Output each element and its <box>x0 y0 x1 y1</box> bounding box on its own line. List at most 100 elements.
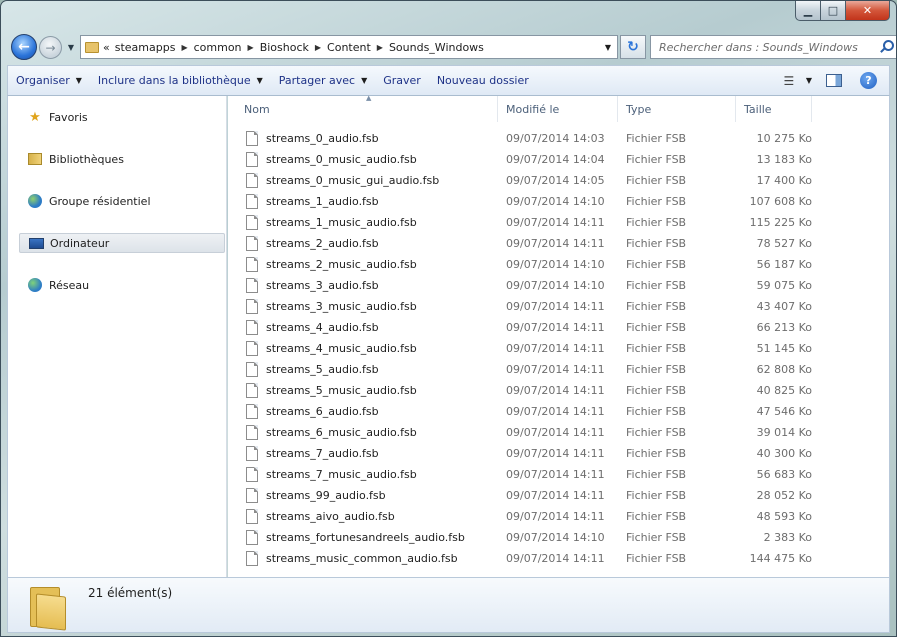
file-name-cell[interactable]: streams_2_music_audio.fsb <box>236 257 498 272</box>
breadcrumb-item[interactable]: common ▶ <box>194 41 260 54</box>
column-header-size[interactable]: Taille <box>736 96 812 122</box>
file-name-cell[interactable]: streams_0_music_gui_audio.fsb <box>236 173 498 188</box>
search-input[interactable] <box>657 39 875 55</box>
close-button[interactable]: ✕ <box>846 1 890 21</box>
sidebar-item-favorites[interactable]: ★ Favoris <box>19 107 225 127</box>
table-row[interactable]: streams_6_music_audio.fsb 09/07/2014 14:1… <box>236 422 812 443</box>
table-row[interactable]: streams_3_music_audio.fsb 09/07/2014 14:1… <box>236 296 812 317</box>
table-row[interactable]: streams_7_audio.fsb 09/07/2014 14:11 Fichi… <box>236 443 812 464</box>
search-icon[interactable] <box>878 39 894 55</box>
table-row[interactable]: streams_6_audio.fsb 09/07/2014 14:11 Fichi… <box>236 401 812 422</box>
file-name-cell[interactable]: streams_1_music_audio.fsb <box>236 215 498 230</box>
breadcrumb-overflow[interactable]: « <box>103 41 110 54</box>
table-row[interactable]: streams_aivo_audio.fsb 09/07/2014 14:11 Fi… <box>236 506 812 527</box>
burn-button[interactable]: Graver <box>375 66 429 95</box>
table-row[interactable]: streams_3_audio.fsb 09/07/2014 14:10 Fichi… <box>236 275 812 296</box>
file-name-cell[interactable]: streams_fortunesandreels_audio.fsb <box>236 530 498 545</box>
file-name-cell[interactable]: streams_5_audio.fsb <box>236 362 498 377</box>
address-bar[interactable]: « steamapps ▶ common ▶ Bioshock ▶ Content ▶ … <box>80 35 618 59</box>
table-row[interactable]: streams_4_music_audio.fsb 09/07/2014 14:1… <box>236 338 812 359</box>
include-library-menu[interactable]: Inclure dans la bibliothèque ▼ <box>90 66 271 95</box>
column-header-label: Taille <box>744 102 772 116</box>
file-modified: 09/07/2014 14:11 <box>506 237 605 250</box>
sidebar-item-network[interactable]: Réseau <box>19 275 225 295</box>
breadcrumb-item[interactable]: Content ▶ <box>327 41 389 54</box>
refresh-button[interactable]: ↻ <box>620 35 646 59</box>
file-icon <box>246 551 258 566</box>
forward-arrow-icon[interactable]: → <box>39 36 62 59</box>
table-row[interactable]: streams_5_audio.fsb 09/07/2014 14:11 Fichi… <box>236 359 812 380</box>
share-menu[interactable]: Partager avec ▼ <box>271 66 375 95</box>
table-row[interactable]: streams_2_audio.fsb 09/07/2014 14:11 Fichi… <box>236 233 812 254</box>
table-row[interactable]: streams_0_audio.fsb 09/07/2014 14:03 Fichi… <box>236 128 812 149</box>
recent-pages-dropdown[interactable]: ▼ <box>65 39 77 55</box>
file-rows: streams_0_audio.fsb 09/07/2014 14:03 Fichi… <box>236 128 812 569</box>
file-name-cell[interactable]: streams_4_audio.fsb <box>236 320 498 335</box>
breadcrumb-chevron-icon[interactable]: ▶ <box>181 43 187 52</box>
file-type: Fichier FSB <box>626 195 687 208</box>
file-name-cell[interactable]: streams_0_audio.fsb <box>236 131 498 146</box>
column-header-type[interactable]: Type <box>618 96 736 122</box>
file-size: 66 213 Ko <box>756 321 812 334</box>
file-name-cell[interactable]: streams_6_music_audio.fsb <box>236 425 498 440</box>
file-name-cell[interactable]: streams_4_music_audio.fsb <box>236 341 498 356</box>
address-dropdown[interactable]: ▼ <box>599 36 617 58</box>
table-row[interactable]: streams_1_music_audio.fsb 09/07/2014 14:1… <box>236 212 812 233</box>
sidebar-item-homegroup[interactable]: Groupe résidentiel <box>19 191 225 211</box>
table-row[interactable]: streams_2_music_audio.fsb 09/07/2014 14:1… <box>236 254 812 275</box>
back-arrow-icon[interactable]: ← <box>11 34 37 60</box>
file-name-cell[interactable]: streams_2_audio.fsb <box>236 236 498 251</box>
file-type: Fichier FSB <box>626 363 687 376</box>
file-name-cell[interactable]: streams_music_common_audio.fsb <box>236 551 498 566</box>
file-name-cell[interactable]: streams_7_music_audio.fsb <box>236 467 498 482</box>
table-row[interactable]: streams_7_music_audio.fsb 09/07/2014 14:1… <box>236 464 812 485</box>
table-row[interactable]: streams_music_common_audio.fsb 09/07/2014… <box>236 548 812 569</box>
file-name-cell[interactable]: streams_7_audio.fsb <box>236 446 498 461</box>
file-size: 144 475 Ko <box>749 552 812 565</box>
file-icon <box>246 173 258 188</box>
search-box[interactable] <box>650 35 896 59</box>
sidebar-item-libraries[interactable]: Bibliothèques <box>19 149 225 169</box>
file-name-cell[interactable]: streams_3_audio.fsb <box>236 278 498 293</box>
maximize-button[interactable]: □ <box>821 1 846 21</box>
new-folder-button[interactable]: Nouveau dossier <box>429 66 537 95</box>
file-modified: 09/07/2014 14:10 <box>506 195 605 208</box>
table-row[interactable]: streams_0_music_audio.fsb 09/07/2014 14:0… <box>236 149 812 170</box>
table-row[interactable]: streams_0_music_gui_audio.fsb 09/07/2014 … <box>236 170 812 191</box>
minimize-button[interactable]: ▁ <box>795 1 821 21</box>
organize-menu[interactable]: Organiser ▼ <box>8 66 90 95</box>
folder-front-shape <box>36 593 66 631</box>
file-size: 13 183 Ko <box>756 153 812 166</box>
breadcrumb-chevron-icon[interactable]: ▶ <box>377 43 383 52</box>
breadcrumb-chevron-icon[interactable]: ▶ <box>248 43 254 52</box>
table-row[interactable]: streams_1_audio.fsb 09/07/2014 14:10 Fichi… <box>236 191 812 212</box>
breadcrumb-item[interactable]: Bioshock ▶ <box>260 41 327 54</box>
table-row[interactable]: streams_fortunesandreels_audio.fsb 09/07/… <box>236 527 812 548</box>
file-name-cell[interactable]: streams_99_audio.fsb <box>236 488 498 503</box>
breadcrumb-item[interactable]: steamapps ▶ <box>115 41 194 54</box>
view-dropdown-chevron-icon[interactable]: ▼ <box>806 76 812 85</box>
table-row[interactable]: streams_99_audio.fsb 09/07/2014 14:11 Fich… <box>236 485 812 506</box>
file-name-cell[interactable]: streams_5_music_audio.fsb <box>236 383 498 398</box>
file-name: streams_1_audio.fsb <box>266 195 379 208</box>
breadcrumb-chevron-icon[interactable]: ▶ <box>315 43 321 52</box>
file-name-cell[interactable]: streams_1_audio.fsb <box>236 194 498 209</box>
column-header-name[interactable]: Nom ▲ <box>236 94 498 122</box>
breadcrumb-item[interactable]: Sounds_Windows <box>389 41 484 54</box>
view-options-icon[interactable]: ☰ <box>778 74 800 88</box>
file-name-cell[interactable]: streams_6_audio.fsb <box>236 404 498 419</box>
table-row[interactable]: streams_5_music_audio.fsb 09/07/2014 14:1… <box>236 380 812 401</box>
file-modified: 09/07/2014 14:10 <box>506 258 605 271</box>
column-header-modified[interactable]: Modifié le <box>498 96 618 122</box>
help-icon[interactable]: ? <box>860 72 877 89</box>
file-type: Fichier FSB <box>626 405 687 418</box>
file-icon <box>246 488 258 503</box>
file-size: 62 808 Ko <box>756 363 812 376</box>
preview-pane-icon[interactable] <box>826 74 842 87</box>
table-row[interactable]: streams_4_audio.fsb 09/07/2014 14:11 Fichi… <box>236 317 812 338</box>
file-name-cell[interactable]: streams_3_music_audio.fsb <box>236 299 498 314</box>
file-name-cell[interactable]: streams_0_music_audio.fsb <box>236 152 498 167</box>
file-icon <box>246 299 258 314</box>
file-name-cell[interactable]: streams_aivo_audio.fsb <box>236 509 498 524</box>
sidebar-item-computer[interactable]: Ordinateur <box>19 233 225 253</box>
